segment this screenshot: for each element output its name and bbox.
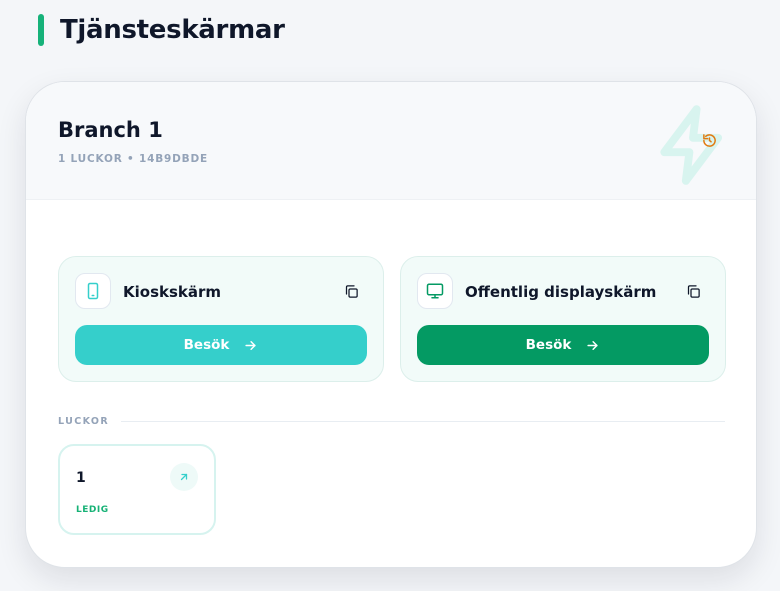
- copy-icon: [687, 284, 700, 298]
- kiosk-screen-title: Kioskskärm: [123, 283, 222, 301]
- title-accent-bar: [38, 14, 44, 46]
- refresh-button[interactable]: [699, 130, 719, 150]
- monitor-icon: [426, 283, 444, 299]
- copy-icon: [345, 284, 358, 298]
- arrow-right-icon: [245, 340, 256, 350]
- kiosk-visit-button[interactable]: Besök: [75, 325, 367, 365]
- display-visit-button[interactable]: Besök: [417, 325, 709, 365]
- display-icon-box: [417, 273, 453, 309]
- display-screen-card: Offentlig displayskärm Besök: [400, 256, 726, 382]
- slot-card[interactable]: 1 LEDIG: [58, 444, 216, 535]
- page-title: Tjänsteskärmar: [60, 15, 285, 45]
- section-divider: [121, 421, 725, 422]
- kiosk-icon-box: [75, 273, 111, 309]
- arrow-up-right-icon: [180, 473, 188, 481]
- branch-meta: 1 LUCKOR • 14B9DBDE: [58, 153, 208, 165]
- refresh-icon: [702, 133, 716, 147]
- arrow-right-icon: [587, 340, 598, 350]
- tablet-icon: [87, 282, 99, 300]
- kiosk-screen-card: Kioskskärm Besök: [58, 256, 384, 382]
- branch-card: Branch 1 1 LUCKOR • 14B9DBDE Kioskskärm: [25, 81, 757, 568]
- kiosk-copy-link-button[interactable]: [341, 281, 361, 301]
- page-header: Tjänsteskärmar: [38, 14, 285, 46]
- branch-name: Branch 1: [58, 118, 163, 142]
- slot-open-button[interactable]: [170, 463, 198, 491]
- display-copy-link-button[interactable]: [683, 281, 703, 301]
- display-visit-label: Besök: [525, 337, 572, 353]
- branch-card-header: Branch 1 1 LUCKOR • 14B9DBDE: [26, 82, 756, 200]
- slot-status-badge: LEDIG: [76, 505, 109, 515]
- kiosk-visit-label: Besök: [183, 337, 230, 353]
- slot-number: 1: [76, 470, 86, 486]
- display-screen-title: Offentlig displayskärm: [465, 283, 657, 301]
- lightning-bolt-icon: [660, 105, 723, 185]
- slots-section-label: LUCKOR: [58, 416, 110, 427]
